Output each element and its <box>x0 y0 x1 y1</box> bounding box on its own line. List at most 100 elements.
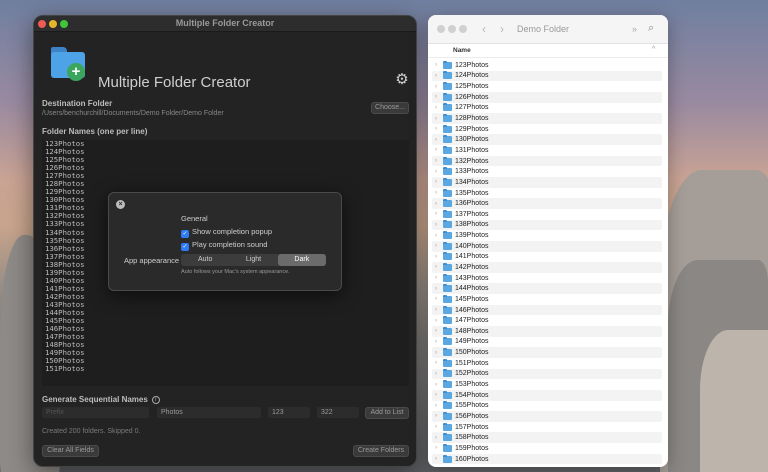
disclosure-chevron-icon[interactable]: › <box>435 435 443 441</box>
disclosure-chevron-icon[interactable]: › <box>435 254 443 260</box>
finder-row[interactable]: › 134Photos <box>432 177 662 188</box>
finder-row[interactable]: › 130Photos <box>432 134 662 146</box>
finder-row[interactable]: › 133Photos <box>428 166 668 177</box>
disclosure-chevron-icon[interactable]: › <box>435 318 443 324</box>
disclosure-chevron-icon[interactable]: › <box>435 84 443 90</box>
finder-row[interactable]: › 136Photos <box>432 198 662 209</box>
finder-row[interactable]: › 148Photos <box>432 326 662 337</box>
finder-row[interactable]: › 159Photos <box>428 443 668 454</box>
name-column-header[interactable]: Name <box>453 47 471 54</box>
finder-row[interactable]: › 154Photos <box>432 389 662 401</box>
finder-row[interactable]: › 135Photos <box>428 188 668 199</box>
disclosure-chevron-icon[interactable]: › <box>435 445 443 451</box>
disclosure-chevron-icon[interactable]: › <box>435 328 443 334</box>
clear-all-button[interactable]: Clear All Fields <box>42 445 99 457</box>
finder-row[interactable]: › 151Photos <box>428 358 668 369</box>
disclosure-chevron-icon[interactable]: › <box>435 137 443 143</box>
zoom-window-button[interactable] <box>459 25 467 33</box>
disclosure-chevron-icon[interactable]: › <box>435 350 443 356</box>
play-sound-option[interactable]: ✓ Play completion sound <box>181 240 267 251</box>
disclosure-chevron-icon[interactable]: › <box>435 73 443 79</box>
disclosure-chevron-icon[interactable]: › <box>435 296 443 302</box>
finder-row[interactable]: › 160Photos <box>432 453 662 465</box>
finder-row[interactable]: › 140Photos <box>432 240 662 252</box>
finder-row[interactable]: › 155Photos <box>428 401 668 412</box>
disclosure-chevron-icon[interactable]: › <box>435 339 443 345</box>
finder-row[interactable]: › 145Photos <box>428 294 668 305</box>
appearance-segmented-control[interactable]: Auto Light Dark <box>181 254 326 266</box>
sort-chevron-icon[interactable]: ^ <box>652 46 655 53</box>
finder-row[interactable]: › 147Photos <box>428 315 668 326</box>
disclosure-chevron-icon[interactable]: › <box>435 169 443 175</box>
more-icon[interactable]: » <box>632 24 637 34</box>
gear-icon[interactable]: ⚙ <box>394 72 410 88</box>
disclosure-chevron-icon[interactable]: › <box>435 456 443 462</box>
disclosure-chevron-icon[interactable]: › <box>435 233 443 239</box>
base-name-input[interactable]: Photos <box>157 407 261 418</box>
minimize-window-button[interactable] <box>448 25 456 33</box>
disclosure-chevron-icon[interactable]: › <box>435 116 443 122</box>
finder-row[interactable]: › 144Photos <box>432 283 662 295</box>
appearance-option-light[interactable]: Light <box>229 254 277 266</box>
disclosure-chevron-icon[interactable]: › <box>435 392 443 398</box>
start-number-input[interactable]: 123 <box>268 407 310 418</box>
disclosure-chevron-icon[interactable]: › <box>435 382 443 388</box>
finder-row[interactable]: › 126Photos <box>432 91 662 103</box>
add-to-list-button[interactable]: Add to List <box>365 407 409 419</box>
finder-row[interactable]: › 153Photos <box>428 379 668 390</box>
disclosure-chevron-icon[interactable]: › <box>435 105 443 111</box>
close-icon[interactable]: × <box>116 200 125 209</box>
disclosure-chevron-icon[interactable]: › <box>435 371 443 377</box>
finder-row[interactable]: › 152Photos <box>432 368 662 380</box>
finder-row[interactable]: › 158Photos <box>432 432 662 444</box>
show-popup-option[interactable]: ✓ Show completion popup <box>181 227 272 238</box>
choose-button[interactable]: Choose... <box>371 102 409 114</box>
search-icon[interactable]: ⌕ <box>648 22 654 35</box>
appearance-option-auto[interactable]: Auto <box>181 254 229 266</box>
back-icon[interactable]: ‹ <box>482 22 486 36</box>
disclosure-chevron-icon[interactable]: › <box>435 360 443 366</box>
disclosure-chevron-icon[interactable]: › <box>435 179 443 185</box>
disclosure-chevron-icon[interactable]: › <box>435 424 443 430</box>
finder-row[interactable]: › 123Photos <box>428 60 668 71</box>
finder-row[interactable]: › 146Photos <box>432 304 662 316</box>
checkbox-checked-icon[interactable]: ✓ <box>181 230 189 238</box>
disclosure-chevron-icon[interactable]: › <box>435 201 443 207</box>
disclosure-chevron-icon[interactable]: › <box>435 413 443 419</box>
finder-row[interactable]: › 131Photos <box>428 145 668 156</box>
close-window-button[interactable] <box>437 25 445 33</box>
create-folders-button[interactable]: Create Folders <box>353 445 409 457</box>
finder-row[interactable]: › 142Photos <box>432 262 662 273</box>
disclosure-chevron-icon[interactable]: › <box>435 307 443 313</box>
forward-icon[interactable]: › <box>500 22 504 36</box>
disclosure-chevron-icon[interactable]: › <box>435 158 443 164</box>
finder-row[interactable]: › 157Photos <box>428 422 668 433</box>
finder-row[interactable]: › 149Photos <box>428 337 668 348</box>
prefix-input[interactable]: Prefix <box>42 407 149 418</box>
disclosure-chevron-icon[interactable]: › <box>435 190 443 196</box>
finder-row[interactable]: › 124Photos <box>432 70 662 82</box>
checkbox-checked-icon[interactable]: ✓ <box>181 243 189 251</box>
end-number-input[interactable]: 322 <box>317 407 359 418</box>
info-icon[interactable]: i <box>151 396 160 404</box>
disclosure-chevron-icon[interactable]: › <box>435 126 443 132</box>
finder-row[interactable]: › 129Photos <box>428 124 668 135</box>
disclosure-chevron-icon[interactable]: › <box>435 264 443 270</box>
finder-row[interactable]: › 138Photos <box>432 219 662 231</box>
disclosure-chevron-icon[interactable]: › <box>435 286 443 292</box>
disclosure-chevron-icon[interactable]: › <box>435 62 443 68</box>
finder-row[interactable]: › 139Photos <box>428 230 668 241</box>
disclosure-chevron-icon[interactable]: › <box>435 211 443 217</box>
disclosure-chevron-icon[interactable]: › <box>435 403 443 409</box>
disclosure-chevron-icon[interactable]: › <box>435 222 443 228</box>
finder-row[interactable]: › 128Photos <box>432 113 662 124</box>
finder-row[interactable]: › 132Photos <box>432 155 662 167</box>
finder-row[interactable]: › 143Photos <box>428 273 668 284</box>
disclosure-chevron-icon[interactable]: › <box>435 275 443 281</box>
column-header[interactable]: Name ^ <box>428 44 668 58</box>
finder-row[interactable]: › 156Photos <box>432 411 662 422</box>
disclosure-chevron-icon[interactable]: › <box>435 94 443 100</box>
appearance-option-dark[interactable]: Dark <box>277 254 326 266</box>
finder-row[interactable]: › 150Photos <box>432 347 662 358</box>
finder-row[interactable]: › 137Photos <box>428 209 668 220</box>
